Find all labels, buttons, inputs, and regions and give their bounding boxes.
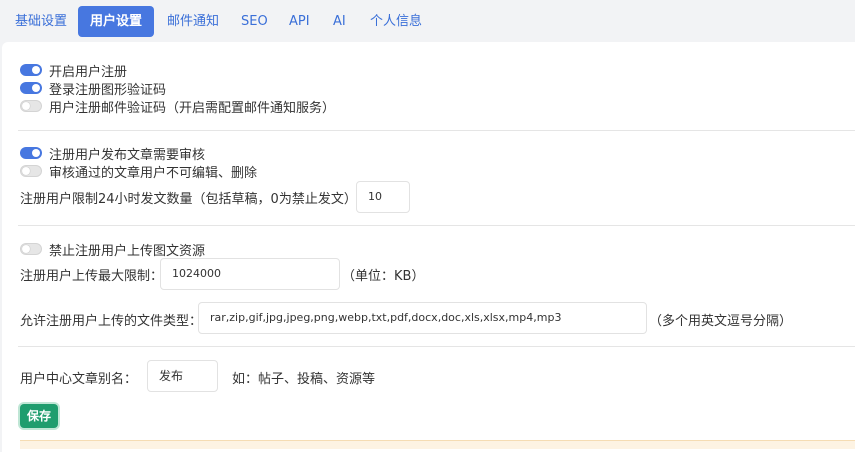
tab-api[interactable]: API [277, 6, 322, 37]
no-edit-toggle[interactable] [20, 165, 42, 177]
register-email-code-row: 用户注册邮件验证码（开启需配置邮件通知服务） [20, 97, 336, 116]
file-types-label: 允许注册用户上传的文件类型： [20, 314, 203, 329]
upload-max-input[interactable]: 1024000 [160, 258, 340, 290]
file-types-input[interactable]: rar,zip,gif,jpg,jpeg,png,webp,txt,pdf,do… [198, 302, 647, 334]
post-limit-input[interactable]: 10 [356, 181, 410, 213]
upload-max-unit: （单位：KB） [342, 269, 425, 284]
forbid-upload-toggle[interactable] [20, 243, 42, 255]
divider [18, 130, 855, 131]
forbid-upload-row: 禁止注册用户上传图文资源 [20, 240, 206, 259]
tab-seo[interactable]: SEO [229, 6, 280, 37]
register-email-code-label: 用户注册邮件验证码（开启需配置邮件通知服务） [49, 100, 336, 116]
article-alias-label: 用户中心文章别名： [20, 372, 138, 387]
tab-profile[interactable]: 个人信息 [358, 6, 434, 37]
forbid-upload-label: 禁止注册用户上传图文资源 [49, 243, 206, 259]
article-alias-hint: 如：帖子、投稿、资源等 [232, 372, 376, 387]
no-edit-row: 审核通过的文章用户不可编辑、删除 [20, 162, 258, 181]
save-button[interactable]: 保存 [20, 404, 58, 428]
divider [18, 346, 855, 347]
tab-user-settings[interactable]: 用户设置 [78, 6, 155, 37]
post-review-toggle[interactable] [20, 147, 42, 159]
enable-register-toggle[interactable] [20, 64, 42, 76]
login-captcha-toggle[interactable] [20, 82, 42, 94]
tab-basic-settings[interactable]: 基础设置 [3, 6, 79, 37]
file-types-hint: （多个用英文逗号分隔） [649, 314, 793, 329]
tab-ai[interactable]: AI [321, 6, 358, 37]
post-review-label: 注册用户发布文章需要审核 [49, 147, 206, 163]
settings-tabs: 基础设置 用户设置 邮件通知 SEO API AI 个人信息 [0, 0, 855, 42]
post-review-row: 注册用户发布文章需要审核 [20, 144, 206, 163]
no-edit-label: 审核通过的文章用户不可编辑、删除 [49, 165, 258, 181]
login-captcha-label: 登录注册图形验证码 [49, 82, 167, 98]
upload-max-label: 注册用户上传最大限制： [20, 269, 164, 284]
login-captcha-row: 登录注册图形验证码 [20, 79, 167, 98]
post-limit-label: 注册用户限制24小时发文数量（包括草稿，0为禁止发文） [20, 192, 357, 207]
tab-email-notifications[interactable]: 邮件通知 [155, 6, 231, 37]
enable-register-row: 开启用户注册 [20, 61, 128, 80]
enable-register-label: 开启用户注册 [49, 64, 128, 80]
article-alias-input[interactable]: 发布 [147, 360, 218, 392]
register-email-code-toggle[interactable] [20, 100, 42, 112]
divider [18, 225, 855, 226]
